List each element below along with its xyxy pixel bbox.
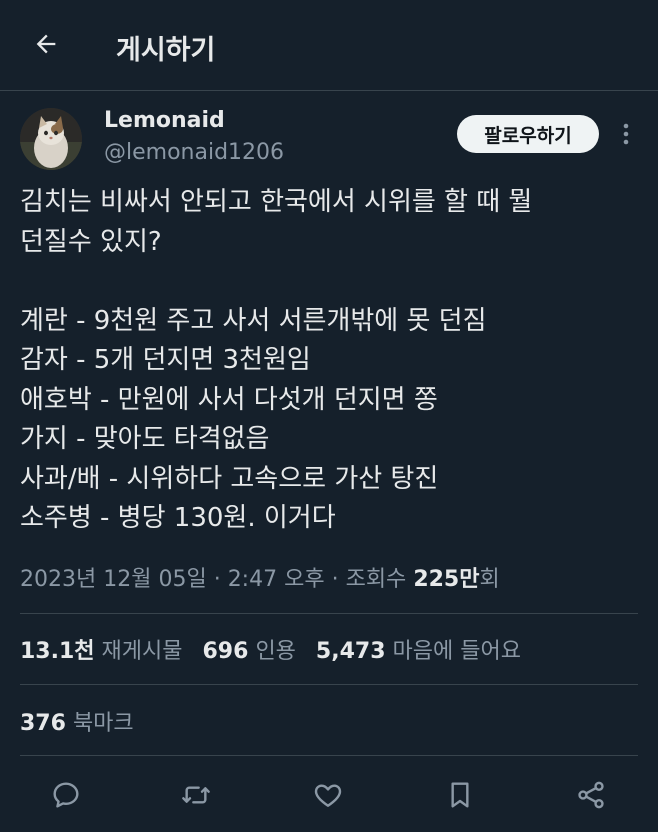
top-bar: 게시하기: [0, 0, 658, 91]
quotes-stat[interactable]: 696 인용: [203, 633, 296, 665]
views-label: 조회수: [345, 567, 407, 592]
retweets-label: 재게시물: [101, 639, 183, 664]
bookmark-button[interactable]: [440, 775, 480, 815]
divider: [20, 684, 638, 685]
back-button[interactable]: [28, 26, 64, 62]
divider: [20, 613, 638, 614]
like-button[interactable]: [308, 775, 348, 815]
tweet-time[interactable]: 2:47 오후: [228, 567, 325, 592]
page-title: 게시하기: [116, 35, 216, 66]
meta-separator: ·: [213, 567, 221, 592]
retweet-icon: [182, 786, 210, 804]
share-icon: [578, 781, 604, 809]
share-button[interactable]: [571, 775, 611, 815]
tweet-meta: 2023년 12월 05일 · 2:47 오후 · 조회수 225만회: [20, 561, 500, 593]
quotes-label: 인용: [255, 639, 296, 664]
tweet-line: 사과/배 - 시위하다 고속으로 가산 탕진: [20, 463, 439, 494]
tweet-line: [20, 262, 640, 302]
retweets-stat[interactable]: 13.1천 재게시물: [20, 633, 183, 665]
bookmarks-count: 376: [20, 711, 66, 736]
tweet-text: 김치는 비싸서 안되고 한국에서 시위를 할 때 뭘 던질수 있지? 계란 - …: [20, 183, 640, 539]
heart-icon: [314, 784, 342, 807]
meta-separator: ·: [331, 567, 339, 592]
bookmarks-label: 북마크: [72, 711, 134, 736]
more-vertical-icon: [623, 123, 629, 145]
retweets-count: 13.1천: [20, 639, 95, 664]
reply-icon: [53, 782, 79, 808]
tweet-line: 계란 - 9천원 주고 사서 서른개밖에 못 던짐: [20, 305, 487, 336]
arrow-left-icon: [36, 34, 56, 54]
likes-label: 마음에 들어요: [392, 639, 521, 664]
follow-button[interactable]: 팔로우하기: [457, 115, 599, 153]
views-count: 225만: [413, 567, 480, 592]
tweet-date[interactable]: 2023년 12월 05일: [20, 567, 207, 592]
tweet-line: 소주병 - 병당 130원. 이거다: [20, 503, 336, 533]
likes-stat[interactable]: 5,473 마음에 들어요: [316, 633, 521, 665]
tweet-line: 감자 - 5개 던지면 3천원임: [20, 345, 311, 375]
engagement-stats: 13.1천 재게시물 696 인용 5,473 마음에 들어요: [20, 633, 541, 665]
views-suffix: 회: [479, 567, 500, 592]
tweet-line: 가지 - 맞아도 타격없음: [20, 424, 270, 454]
author-name[interactable]: Lemonaid: [104, 108, 225, 133]
more-options-button[interactable]: [614, 120, 638, 148]
avatar-image: [20, 108, 82, 170]
retweet-button[interactable]: [176, 775, 216, 815]
author-handle[interactable]: @lemonaid1206: [104, 140, 284, 165]
bookmark-icon: [451, 782, 469, 808]
tweet-line: 애호박 - 만원에 사서 다섯개 던지면 쫑: [20, 384, 438, 415]
quotes-count: 696: [202, 639, 249, 664]
reply-button[interactable]: [46, 775, 86, 815]
tweet-line: 김치는 비싸서 안되고 한국에서 시위를 할 때 뭘: [20, 187, 533, 217]
divider: [20, 755, 638, 756]
tweet-line: 던질수 있지?: [20, 226, 162, 257]
avatar[interactable]: [20, 108, 82, 170]
likes-count: 5,473: [315, 639, 386, 664]
bookmarks-stat[interactable]: 376 북마크: [20, 705, 134, 737]
